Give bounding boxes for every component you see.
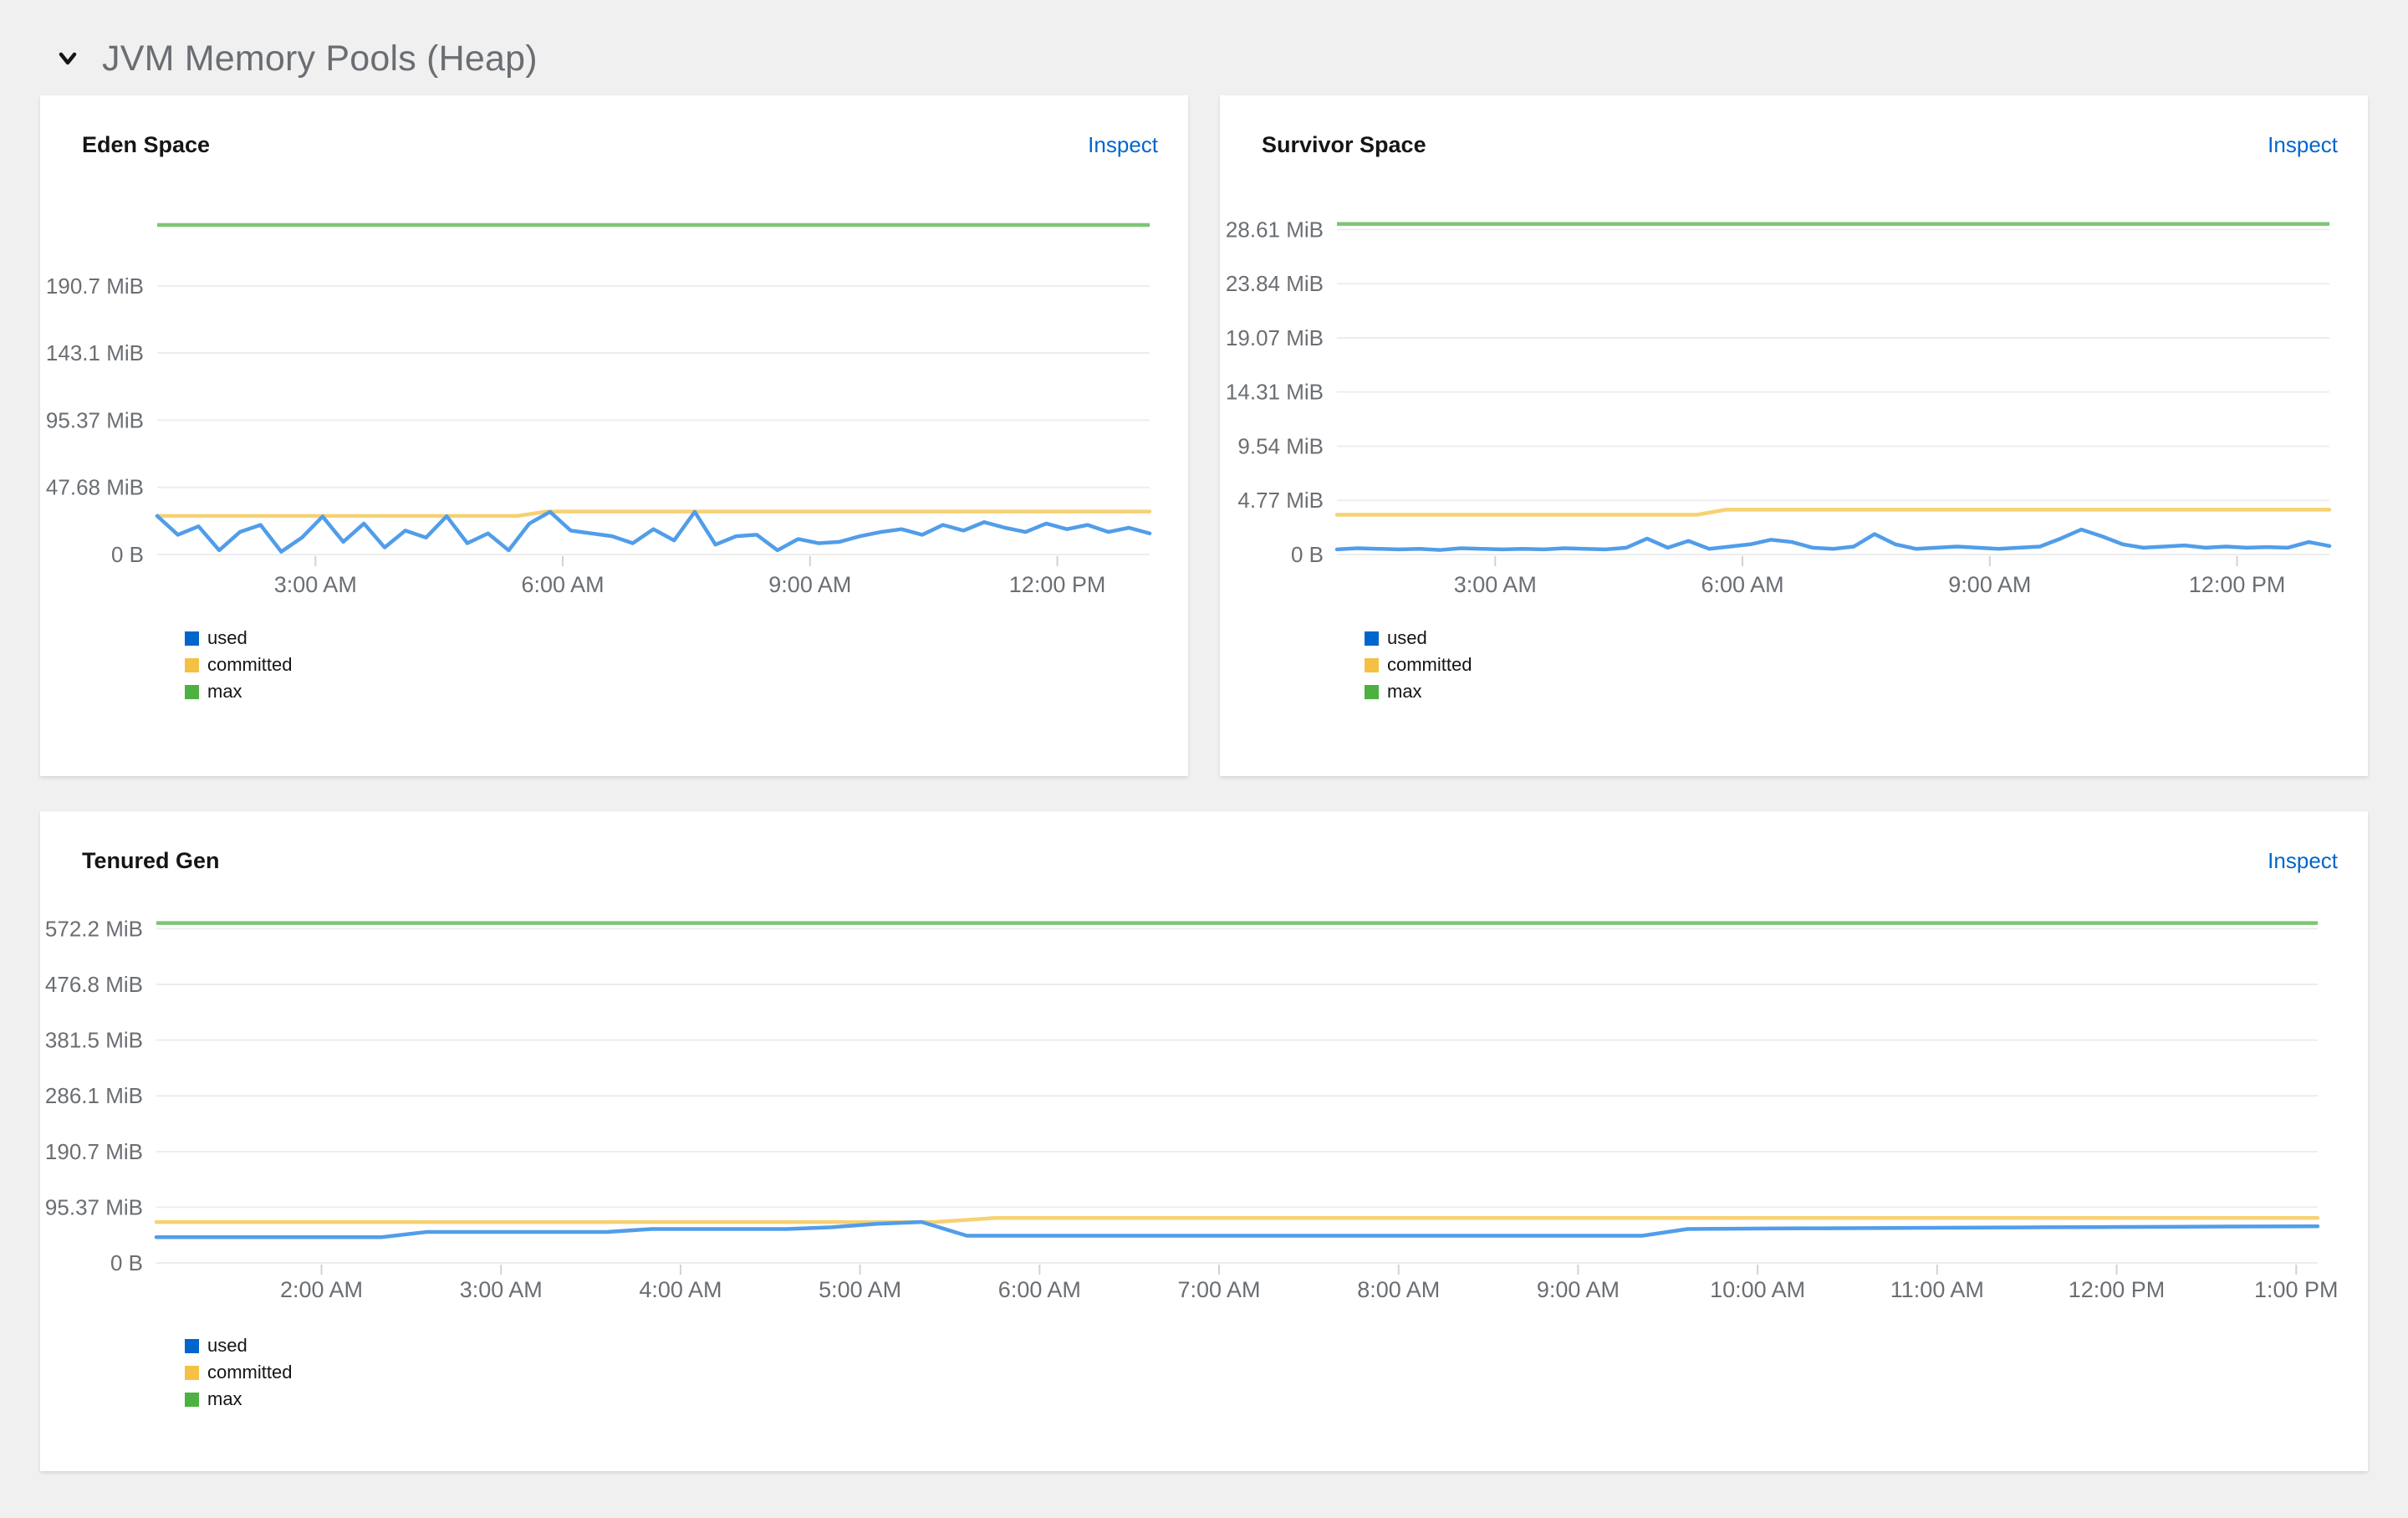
y-axis-tick-label: 190.7 MiB [45, 1139, 143, 1164]
chart-title-eden-space: Eden Space [82, 132, 211, 157]
card-eden-space: Eden Space Inspect 0 B 47.68 MiB 95.37 MiB… [40, 95, 1188, 776]
legend-label-max: max [207, 681, 242, 702]
section-title: JVM Memory Pools (Heap) [102, 38, 538, 79]
survivor-space-legend: used committed max [1220, 625, 2368, 705]
committed-line [155, 509, 1152, 519]
legend-swatch-max [185, 1392, 199, 1407]
legend-label-used: used [207, 627, 247, 648]
y-axis-tick-label: 47.68 MiB [46, 475, 144, 500]
legend-item-max: max [185, 1386, 2368, 1413]
committed-line [1334, 508, 2332, 517]
x-axis-tick-label: 9:00 AM [768, 572, 851, 597]
x-axis-tick-label: 12:00 PM [1009, 572, 1106, 597]
x-axis-tick-label: 11:00 AM [1890, 1277, 1984, 1302]
y-axis-tick-label: 28.61 MiB [1226, 217, 1324, 242]
legend-label-max: max [1387, 681, 1422, 702]
legend-item-used: used [185, 625, 1188, 652]
card-tenured-gen: Tenured Gen Inspect 0 B 95.37 MiB 190.7 Mi… [40, 811, 2368, 1471]
section-header-jvm-memory-pools: JVM Memory Pools (Heap) [40, 33, 2368, 84]
x-axis-tick-label: 5:00 AM [819, 1277, 901, 1302]
x-axis-tick-label: 2:00 AM [280, 1277, 363, 1302]
inspect-link-tenured-gen[interactable]: Inspect [2268, 846, 2338, 875]
y-axis-tick-label: 572.2 MiB [45, 916, 143, 941]
charts-row-top: Eden Space Inspect 0 B 47.68 MiB 95.37 MiB… [40, 95, 2368, 776]
card-survivor-space: Survivor Space Inspect 0 B 4.77 MiB 9.54 M… [1220, 95, 2368, 776]
section-collapse-button[interactable] [54, 44, 82, 73]
y-axis-tick-label: 4.77 MiB [1237, 488, 1324, 513]
legend-item-used: used [1365, 625, 2368, 652]
legend-swatch-committed [185, 1365, 199, 1380]
legend-label-used: used [1387, 627, 1427, 648]
legend-swatch-used [1365, 631, 1379, 646]
x-axis-tick-label: 1:00 PM [2254, 1277, 2339, 1302]
y-axis-tick-label: 0 B [111, 542, 144, 567]
y-axis-tick-label: 476.8 MiB [45, 972, 143, 997]
legend-swatch-max [1365, 684, 1379, 699]
eden-space-chart: 0 B 47.68 MiB 95.37 MiB 143.1 MiB 190.7 MiB 3… [46, 222, 1152, 597]
tenured-gen-legend: used committed max [40, 1332, 2368, 1413]
dashboard-page: JVM Memory Pools (Heap) Eden Space Inspe… [0, 0, 2408, 1518]
chart-title-survivor-space: Survivor Space [1262, 132, 1426, 157]
legend-label-committed: committed [207, 1362, 293, 1383]
legend-swatch-used [185, 631, 199, 646]
y-axis-tick-label: 286.1 MiB [45, 1083, 143, 1108]
legend-item-max: max [1365, 678, 2368, 705]
y-axis-tick-label: 381.5 MiB [45, 1028, 143, 1053]
legend-swatch-used [185, 1338, 199, 1353]
card-header: Eden Space Inspect [40, 95, 1188, 159]
legend-label-max: max [207, 1388, 242, 1409]
x-axis-tick-label: 12:00 PM [2189, 572, 2286, 597]
x-axis-tick-label: 6:00 AM [522, 572, 605, 597]
used-line [155, 509, 1152, 554]
y-axis-tick-label: 14.31 MiB [1226, 380, 1324, 405]
y-axis-tick-label: 0 B [110, 1250, 143, 1275]
x-axis-tick-label: 6:00 AM [1701, 572, 1784, 597]
x-axis-tick-label: 10:00 AM [1710, 1277, 1805, 1302]
x-axis-tick-label: 12:00 PM [2069, 1277, 2166, 1302]
y-axis-tick-label: 190.7 MiB [46, 273, 144, 299]
survivor-space-chart: 0 B 4.77 MiB 9.54 MiB 14.31 MiB 19.07 MiB 23.… [1226, 217, 2332, 597]
x-axis-tick-label: 9:00 AM [1537, 1277, 1620, 1302]
legend-item-committed: committed [185, 652, 1188, 678]
chevron-down-icon [59, 52, 77, 65]
chart-title-tenured-gen: Tenured Gen [82, 848, 220, 873]
x-axis-tick-label: 3:00 AM [274, 572, 357, 597]
legend-swatch-committed [185, 657, 199, 672]
inspect-link-eden-space[interactable]: Inspect [1088, 130, 1158, 159]
y-axis-tick-label: 0 B [1291, 542, 1324, 567]
x-axis-tick-label: 3:00 AM [460, 1277, 543, 1302]
legend-label-committed: committed [1387, 654, 1472, 675]
card-header: Survivor Space Inspect [1220, 95, 2368, 159]
y-axis-tick-label: 95.37 MiB [46, 407, 144, 432]
legend-label-used: used [207, 1335, 247, 1356]
y-axis-tick-label: 19.07 MiB [1226, 325, 1324, 350]
used-line [1334, 527, 2332, 552]
card-header: Tenured Gen Inspect [40, 811, 2368, 875]
eden-space-legend: used committed max [40, 625, 1188, 705]
x-axis-tick-label: 4:00 AM [639, 1277, 722, 1302]
x-axis-tick-label: 9:00 AM [1948, 572, 2031, 597]
y-axis-tick-label: 143.1 MiB [46, 340, 144, 365]
y-axis-tick-label: 23.84 MiB [1226, 271, 1324, 296]
x-axis-tick-label: 6:00 AM [998, 1277, 1081, 1302]
committed-line [154, 1215, 2320, 1224]
legend-item-committed: committed [185, 1359, 2368, 1386]
y-axis-tick-label: 9.54 MiB [1237, 433, 1324, 458]
charts-row-bottom: Tenured Gen Inspect 0 B 95.37 MiB 190.7 Mi… [40, 811, 2368, 1471]
tenured-gen-chart: 0 B 95.37 MiB 190.7 MiB 286.1 MiB 381.5 MiB 4… [45, 916, 2339, 1302]
x-axis-tick-label: 8:00 AM [1357, 1277, 1440, 1302]
x-axis-tick-label: 7:00 AM [1177, 1277, 1260, 1302]
legend-swatch-max [185, 684, 199, 699]
y-axis-tick-label: 95.37 MiB [45, 1194, 143, 1219]
legend-label-committed: committed [207, 654, 293, 675]
legend-item-used: used [185, 1332, 2368, 1359]
legend-swatch-committed [1365, 657, 1379, 672]
x-axis-tick-label: 3:00 AM [1454, 572, 1537, 597]
legend-item-committed: committed [1365, 652, 2368, 678]
legend-item-max: max [185, 678, 1188, 705]
used-line [154, 1219, 2320, 1239]
inspect-link-survivor-space[interactable]: Inspect [2268, 130, 2338, 159]
